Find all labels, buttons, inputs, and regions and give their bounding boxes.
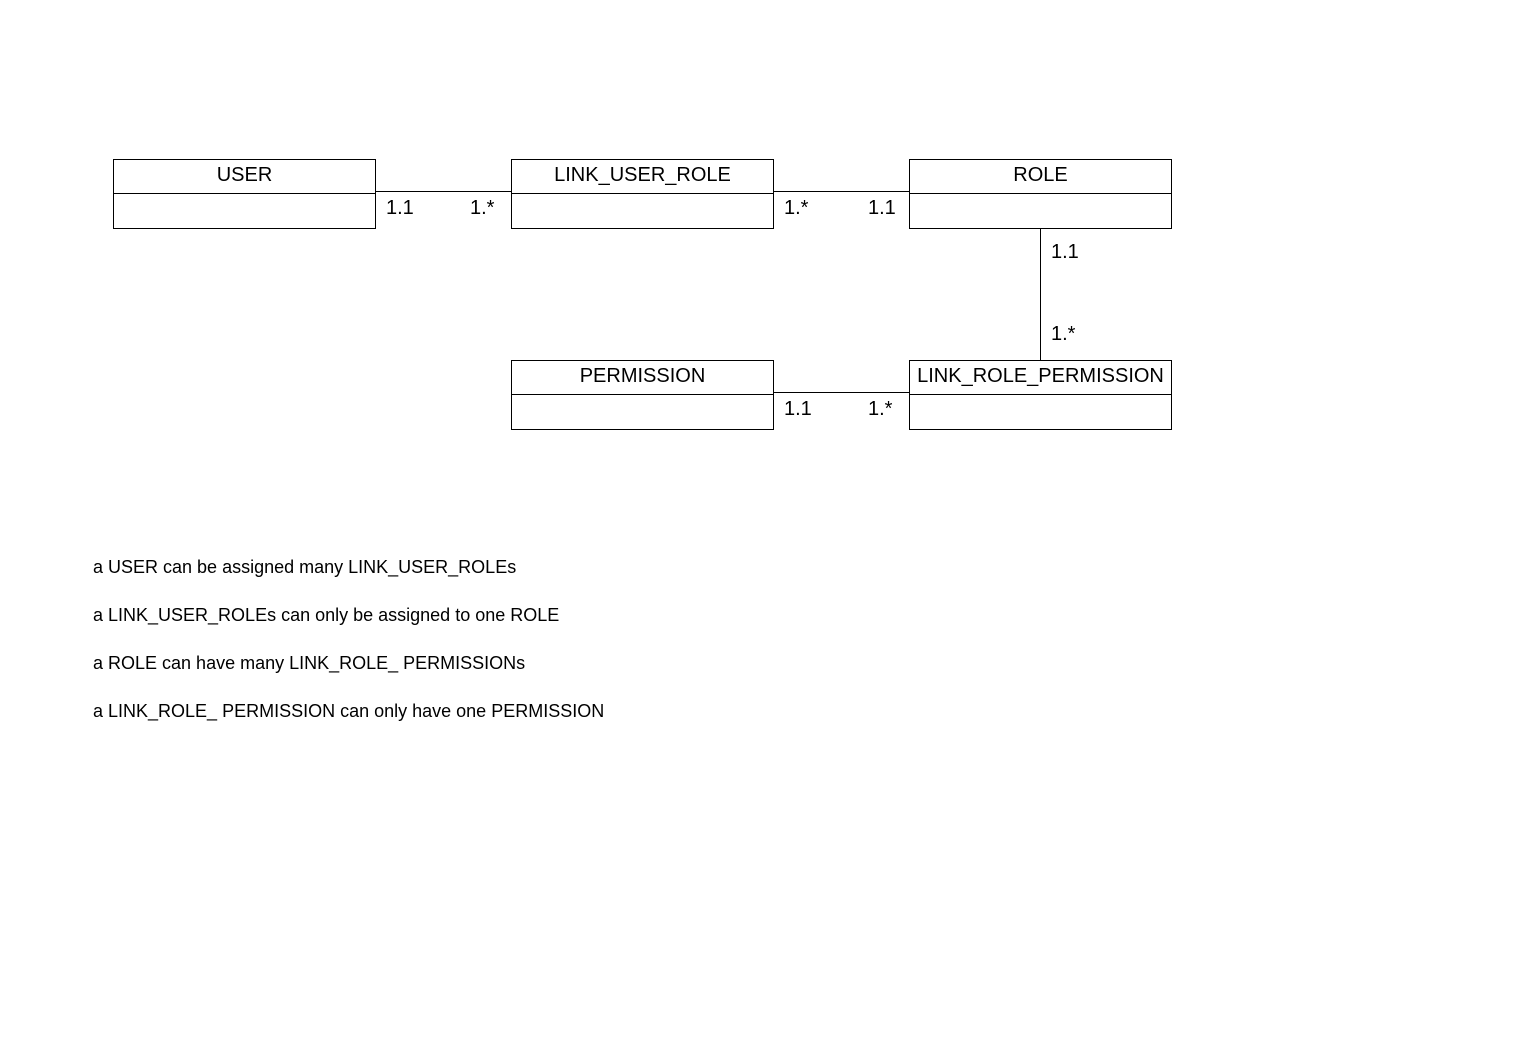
description-1: a USER can be assigned many LINK_USER_RO… bbox=[93, 556, 516, 579]
cardinality-link-role-permission-left-side: 1.* bbox=[868, 398, 892, 421]
description-3: a ROLE can have many LINK_ROLE_ PERMISSI… bbox=[93, 652, 525, 675]
entity-permission-title: PERMISSION bbox=[512, 361, 773, 395]
cardinality-user-side: 1.1 bbox=[386, 197, 414, 220]
entity-user-body bbox=[114, 194, 375, 228]
description-2: a LINK_USER_ROLEs can only be assigned t… bbox=[93, 604, 559, 627]
connector-permission-to-link-role-permission bbox=[774, 392, 909, 393]
diagram-canvas: USER LINK_USER_ROLE ROLE PERMISSION LINK… bbox=[0, 0, 1535, 1046]
cardinality-link-role-permission-top-side: 1.* bbox=[1051, 323, 1075, 346]
entity-user-title: USER bbox=[114, 160, 375, 194]
connector-role-to-link-role-permission bbox=[1040, 229, 1041, 360]
cardinality-permission-side: 1.1 bbox=[784, 398, 812, 421]
connector-user-to-link-user-role bbox=[376, 191, 511, 192]
entity-link-user-role-title: LINK_USER_ROLE bbox=[512, 160, 773, 194]
entity-link-role-permission-title: LINK_ROLE_PERMISSION bbox=[910, 361, 1171, 395]
cardinality-role-left-side: 1.1 bbox=[868, 197, 896, 220]
entity-role: ROLE bbox=[909, 159, 1172, 229]
entity-link-user-role: LINK_USER_ROLE bbox=[511, 159, 774, 229]
cardinality-role-bottom-side: 1.1 bbox=[1051, 241, 1079, 264]
entity-link-role-permission: LINK_ROLE_PERMISSION bbox=[909, 360, 1172, 430]
connector-link-user-role-to-role bbox=[774, 191, 909, 192]
entity-role-body bbox=[910, 194, 1171, 228]
entity-link-role-permission-body bbox=[910, 395, 1171, 429]
entity-role-title: ROLE bbox=[910, 160, 1171, 194]
cardinality-link-user-role-right-side: 1.* bbox=[784, 197, 808, 220]
entity-link-user-role-body bbox=[512, 194, 773, 228]
cardinality-link-user-role-left-side: 1.* bbox=[470, 197, 494, 220]
entity-permission: PERMISSION bbox=[511, 360, 774, 430]
description-4: a LINK_ROLE_ PERMISSION can only have on… bbox=[93, 700, 604, 723]
entity-permission-body bbox=[512, 395, 773, 429]
entity-user: USER bbox=[113, 159, 376, 229]
